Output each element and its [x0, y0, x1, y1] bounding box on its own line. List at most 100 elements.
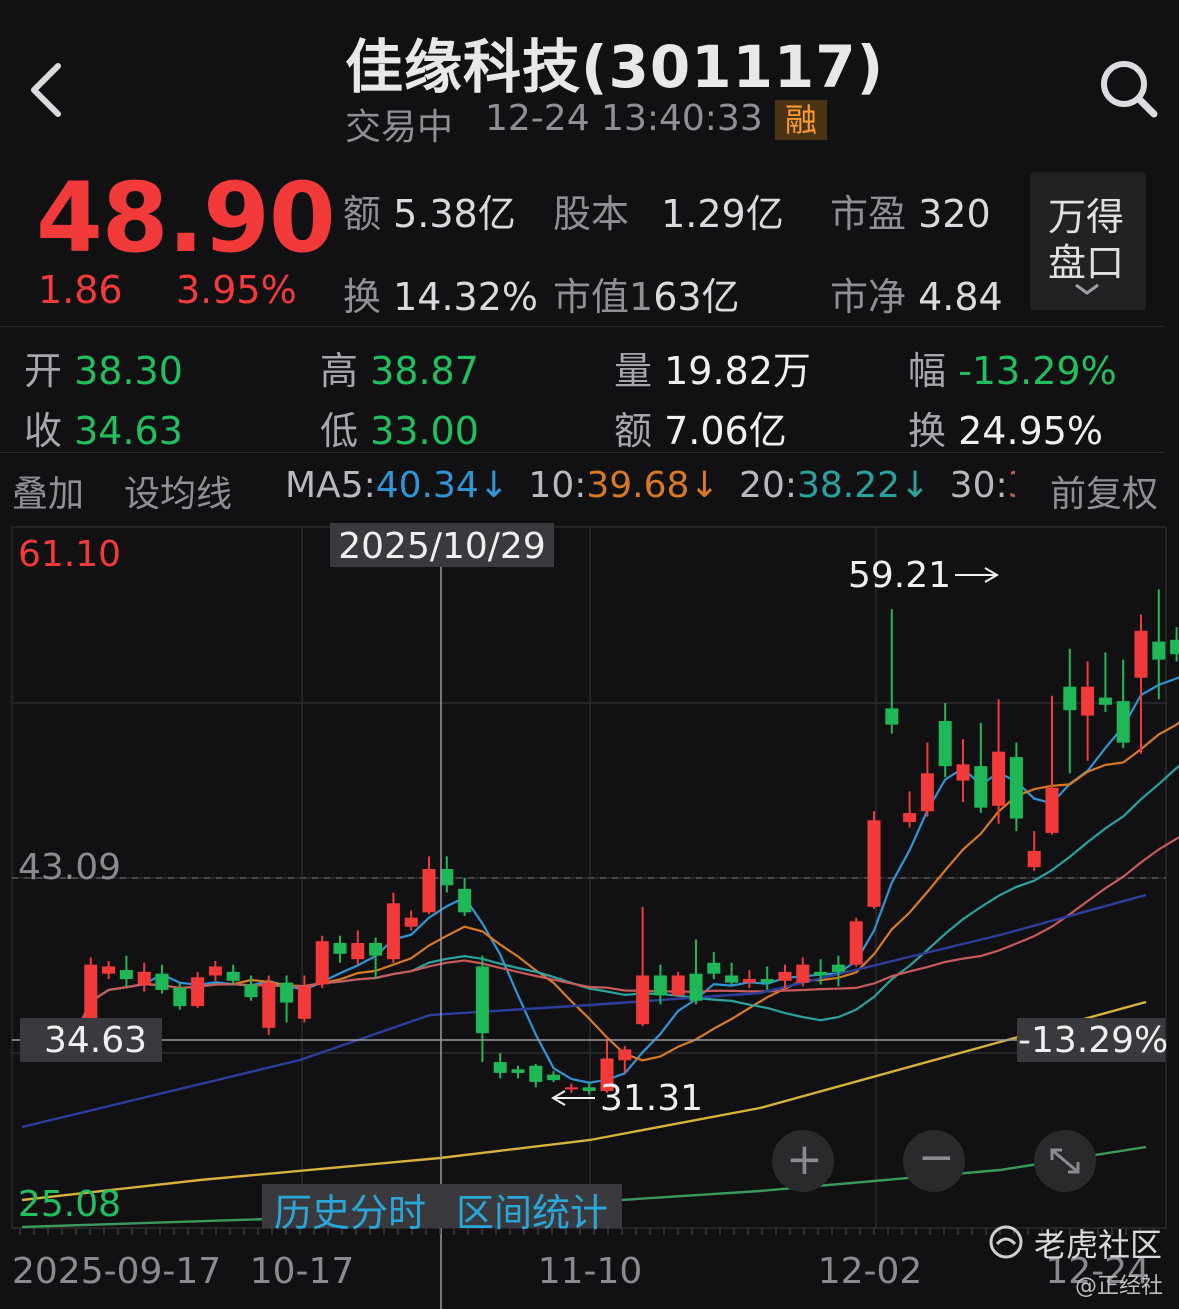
candle-body: [155, 973, 169, 990]
share-capital-value: 1.29亿: [661, 192, 784, 236]
candle-body: [564, 1087, 578, 1090]
watermark: @正经社: [1075, 1274, 1164, 1299]
candle-body: [1098, 697, 1112, 705]
y-label-top: 61.10: [18, 534, 121, 575]
high-field: 高 38.87: [320, 340, 479, 395]
market-cap-field: 市值163亿: [553, 266, 740, 321]
turnover-label: 换: [908, 409, 947, 453]
ma20-label: 20:: [739, 465, 797, 506]
x-label-1: 10-17: [250, 1251, 355, 1292]
candle-body: [137, 971, 151, 985]
ma30-label: 30:: [949, 465, 1008, 506]
candle-body: [849, 921, 863, 965]
ma-lines: [21, 676, 1179, 1229]
candle-body: [653, 975, 667, 996]
adjust-mode-button[interactable]: 前复权: [1050, 465, 1158, 517]
overlay-button[interactable]: 叠加: [12, 465, 84, 517]
pe-value: 320: [918, 192, 991, 236]
turnover-value: 24.95%: [958, 409, 1104, 453]
candle-body: [1152, 641, 1166, 660]
range-stats-tab[interactable]: 区间统计: [456, 1182, 608, 1237]
candle-body: [280, 982, 294, 1003]
market-cap-value: 63亿: [653, 275, 740, 319]
share-capital-field: 股本 1.29亿: [553, 183, 784, 238]
amplitude-label: 幅: [908, 349, 947, 393]
ma-legend: MA5:40.34↓ 10:39.68↓ 20:38.22↓ 30:36: [285, 465, 1015, 506]
divider: [0, 452, 1165, 453]
ma10-line: [72, 721, 1179, 1062]
candle-body: [689, 973, 703, 1001]
low-field: 低 33.00: [320, 400, 479, 455]
candle-body: [1045, 787, 1059, 833]
ma-settings-button[interactable]: 设均线: [124, 465, 232, 517]
search-icon[interactable]: [1098, 58, 1158, 118]
minus-icon: −: [918, 1132, 955, 1183]
close-field: 收 34.63: [24, 400, 183, 455]
candle-body: [315, 941, 329, 985]
candle-body: [796, 964, 810, 983]
chart-grid: [11, 526, 1167, 1229]
ma120-line: [21, 1000, 1147, 1202]
candle-body: [636, 975, 650, 1025]
candle-body: [867, 820, 881, 907]
candle-body: [725, 975, 739, 983]
candle-body: [974, 766, 988, 808]
candle-body: [903, 813, 917, 823]
ma10-value: 39.68↓: [586, 465, 720, 506]
candle-body: [369, 942, 383, 956]
candle-body: [618, 1049, 632, 1061]
candle-body: [1134, 630, 1148, 678]
candle-body: [493, 1062, 507, 1073]
candle-body: [831, 964, 845, 972]
turnover-rate-field: 换 14.32%: [343, 266, 538, 321]
plus-icon: +: [786, 1134, 823, 1185]
community-logo-text: 老虎社区: [1034, 1226, 1163, 1264]
crosshair-price-label: 34.63: [44, 1020, 147, 1061]
trading-status: 交易中: [345, 107, 454, 148]
open-value: 38.30: [74, 349, 183, 393]
candle-body: [1027, 850, 1041, 868]
ma5-label: MA5:: [285, 465, 376, 506]
ma20-value: 38.22↓: [796, 465, 931, 506]
candle-body: [778, 971, 792, 981]
high-annotation: 59.21: [848, 555, 951, 596]
market-cap-label: 市值1: [553, 275, 654, 319]
low-value: 33.00: [370, 409, 479, 453]
candle-body: [582, 1087, 596, 1091]
margin-badge: 融: [775, 100, 827, 140]
candle-body: [226, 971, 240, 981]
candle-body: [351, 942, 365, 960]
pb-label: 市净: [830, 275, 907, 319]
candle-body: [1170, 639, 1179, 655]
candle-body: [173, 988, 187, 1007]
y-label-mid: 43.09: [18, 847, 121, 888]
candle-body: [814, 971, 828, 976]
x-label-0: 2025-09-17: [12, 1251, 221, 1292]
back-chevron-left-icon[interactable]: [26, 60, 66, 120]
turnover-rate-value: 14.32%: [393, 275, 539, 319]
pe-label: 市盈: [830, 192, 907, 236]
high-label: 高: [320, 349, 359, 393]
divider: [0, 326, 1165, 327]
x-label-3: 12-02: [818, 1251, 923, 1292]
candle-body: [529, 1065, 543, 1082]
open-field: 开 38.30: [24, 340, 183, 395]
open-label: 开: [24, 349, 63, 393]
amplitude-field: 幅 -13.29%: [908, 340, 1117, 395]
candle-body: [511, 1069, 525, 1073]
candle-body: [885, 708, 899, 725]
ma5-value: 40.34↓: [375, 465, 509, 506]
candle-body: [191, 977, 205, 1007]
candle-body: [475, 966, 489, 1034]
low-label: 低: [320, 409, 359, 453]
volume-value: 19.82万: [664, 349, 811, 393]
amount-label: 额: [614, 409, 653, 453]
candle-body: [440, 868, 454, 886]
stock-title: 佳缘科技(301117): [345, 33, 885, 101]
history-intraday-tab[interactable]: 历史分时: [274, 1182, 426, 1237]
price-change: 1.86: [38, 268, 123, 312]
candle-body: [458, 888, 472, 913]
candle-body: [742, 979, 756, 983]
candle-body: [208, 966, 222, 976]
candle-body: [333, 942, 347, 954]
